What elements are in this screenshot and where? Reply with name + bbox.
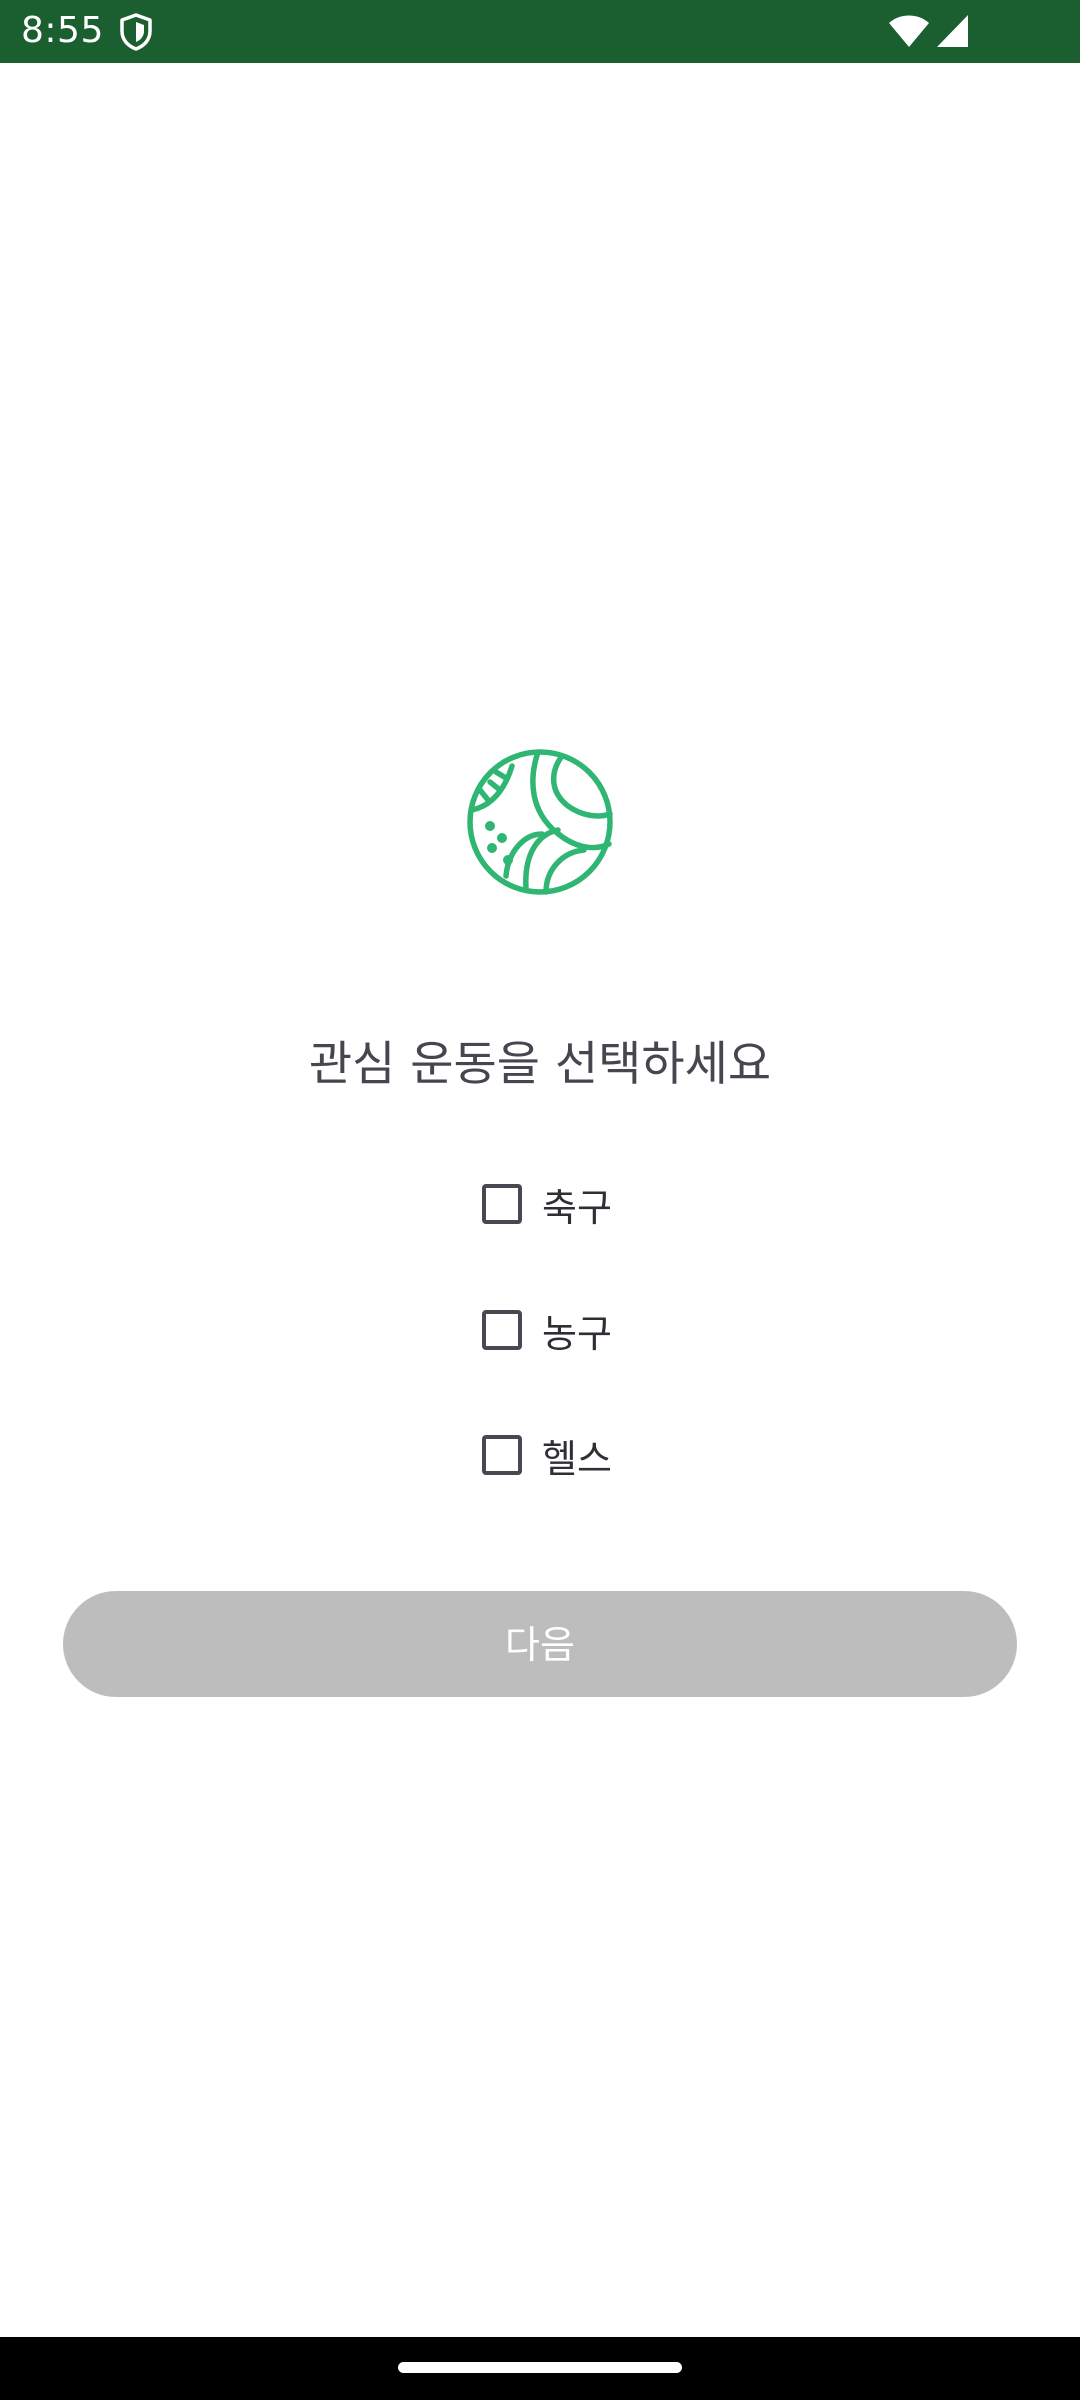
home-handle[interactable] <box>398 2362 682 2373</box>
signal-icon <box>937 15 968 47</box>
option-label: 축구 <box>542 1185 612 1230</box>
option-label: 농구 <box>542 1311 612 1356</box>
page-title: 관심 운동을 선택하세요 <box>308 1037 772 1092</box>
checkbox-fitness[interactable] <box>482 1435 522 1475</box>
sports-ball-icon <box>467 749 613 895</box>
checkbox-basketball[interactable] <box>482 1310 522 1350</box>
option-basketball[interactable]: 농구 <box>480 1302 612 1358</box>
next-button[interactable]: 다음 <box>63 1591 1017 1697</box>
option-fitness[interactable]: 헬스 <box>480 1427 612 1483</box>
navigation-bar <box>0 2337 1080 2400</box>
option-label: 헬스 <box>542 1436 612 1481</box>
wifi-icon <box>889 15 929 47</box>
option-soccer[interactable]: 축구 <box>480 1176 612 1232</box>
shield-icon <box>120 13 152 51</box>
status-bar: 8:55 <box>0 0 1080 63</box>
status-time: 8:55 <box>21 10 104 51</box>
checkbox-soccer[interactable] <box>482 1184 522 1224</box>
